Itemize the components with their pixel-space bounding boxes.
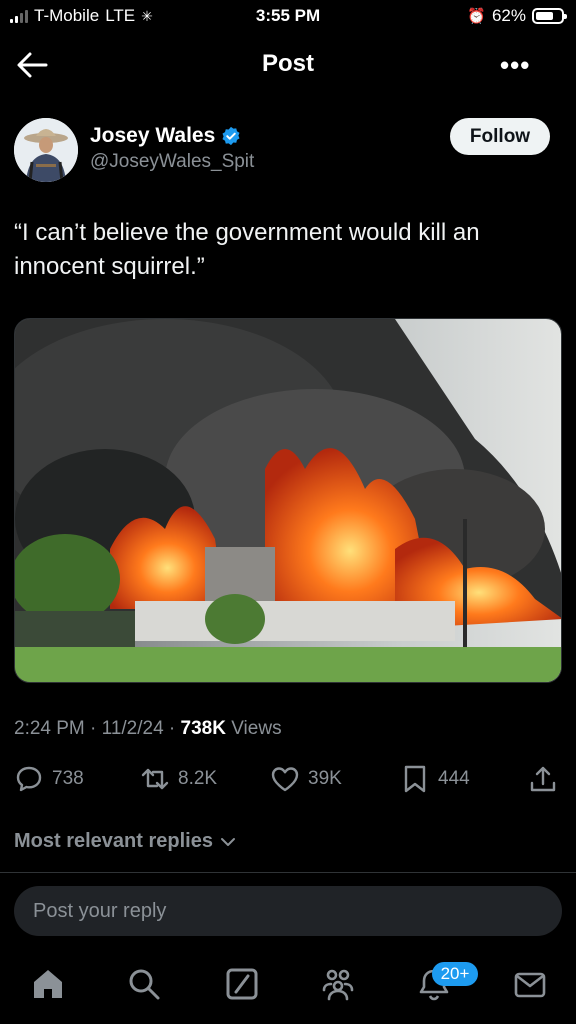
replies-sort-label: Most relevant replies xyxy=(14,830,213,852)
tweet-time: 2:24 PM xyxy=(14,718,85,739)
action-bar: 738 8.2K 39K 444 xyxy=(0,764,576,798)
like-count: 39K xyxy=(308,768,342,789)
author-name[interactable]: Josey Wales xyxy=(90,124,241,148)
views-count[interactable]: 738K xyxy=(181,718,226,739)
grok-icon[interactable] xyxy=(224,966,260,1002)
battery-info: ⏰ 62% xyxy=(467,6,567,26)
battery-percent: 62% xyxy=(491,6,526,25)
reply-button[interactable]: 738 xyxy=(14,764,84,794)
reply-input[interactable] xyxy=(14,886,562,936)
chevron-down-icon xyxy=(220,837,235,846)
separator: · xyxy=(163,718,181,739)
like-button[interactable]: 39K xyxy=(270,764,342,794)
heart-icon xyxy=(271,767,299,792)
follow-button[interactable]: Follow xyxy=(450,118,550,155)
bookmark-count: 444 xyxy=(438,768,470,789)
more-options-button[interactable]: ••• xyxy=(500,50,536,80)
reply-count: 738 xyxy=(52,768,84,789)
divider xyxy=(0,872,576,873)
repost-count: 8.2K xyxy=(178,768,218,789)
burning-building-photo[interactable] xyxy=(14,318,562,683)
battery-icon xyxy=(532,8,567,24)
author-name-text: Josey Wales xyxy=(90,124,216,147)
avatar[interactable] xyxy=(14,118,78,182)
alarm-icon: ⏰ xyxy=(467,8,486,25)
author-handle[interactable]: @JoseyWales_Spit xyxy=(90,151,254,173)
repost-button[interactable]: 8.2K xyxy=(140,764,217,794)
verified-badge-icon xyxy=(222,126,240,146)
search-icon[interactable] xyxy=(126,966,162,1002)
home-icon[interactable] xyxy=(30,966,66,1002)
top-bar: Post ••• xyxy=(0,36,576,94)
views-label: Views xyxy=(225,718,282,739)
bookmark-button[interactable]: 444 xyxy=(400,764,470,794)
status-bar: T-Mobile LTE ✳ 3:55 PM ⏰ 62% xyxy=(0,0,576,34)
tweet-meta: 2:24 PM · 11/2/24 · 738K Views xyxy=(14,718,282,740)
bottom-tab-bar: 20+ xyxy=(0,950,576,1024)
separator: · xyxy=(84,718,102,739)
reply-icon xyxy=(16,766,42,792)
messages-envelope-icon[interactable] xyxy=(512,966,548,1002)
tweet-date: 11/2/24 xyxy=(101,718,164,739)
repost-icon xyxy=(141,768,169,790)
notifications-badge: 20+ xyxy=(432,962,478,986)
tweet-text: “I can’t believe the government would ki… xyxy=(14,219,480,280)
bookmark-icon xyxy=(404,765,426,793)
communities-icon[interactable] xyxy=(320,966,356,1002)
share-icon xyxy=(530,766,556,792)
share-button[interactable] xyxy=(528,764,558,794)
replies-sort-dropdown[interactable]: Most relevant replies xyxy=(14,830,237,853)
page-title: Post xyxy=(261,50,314,77)
